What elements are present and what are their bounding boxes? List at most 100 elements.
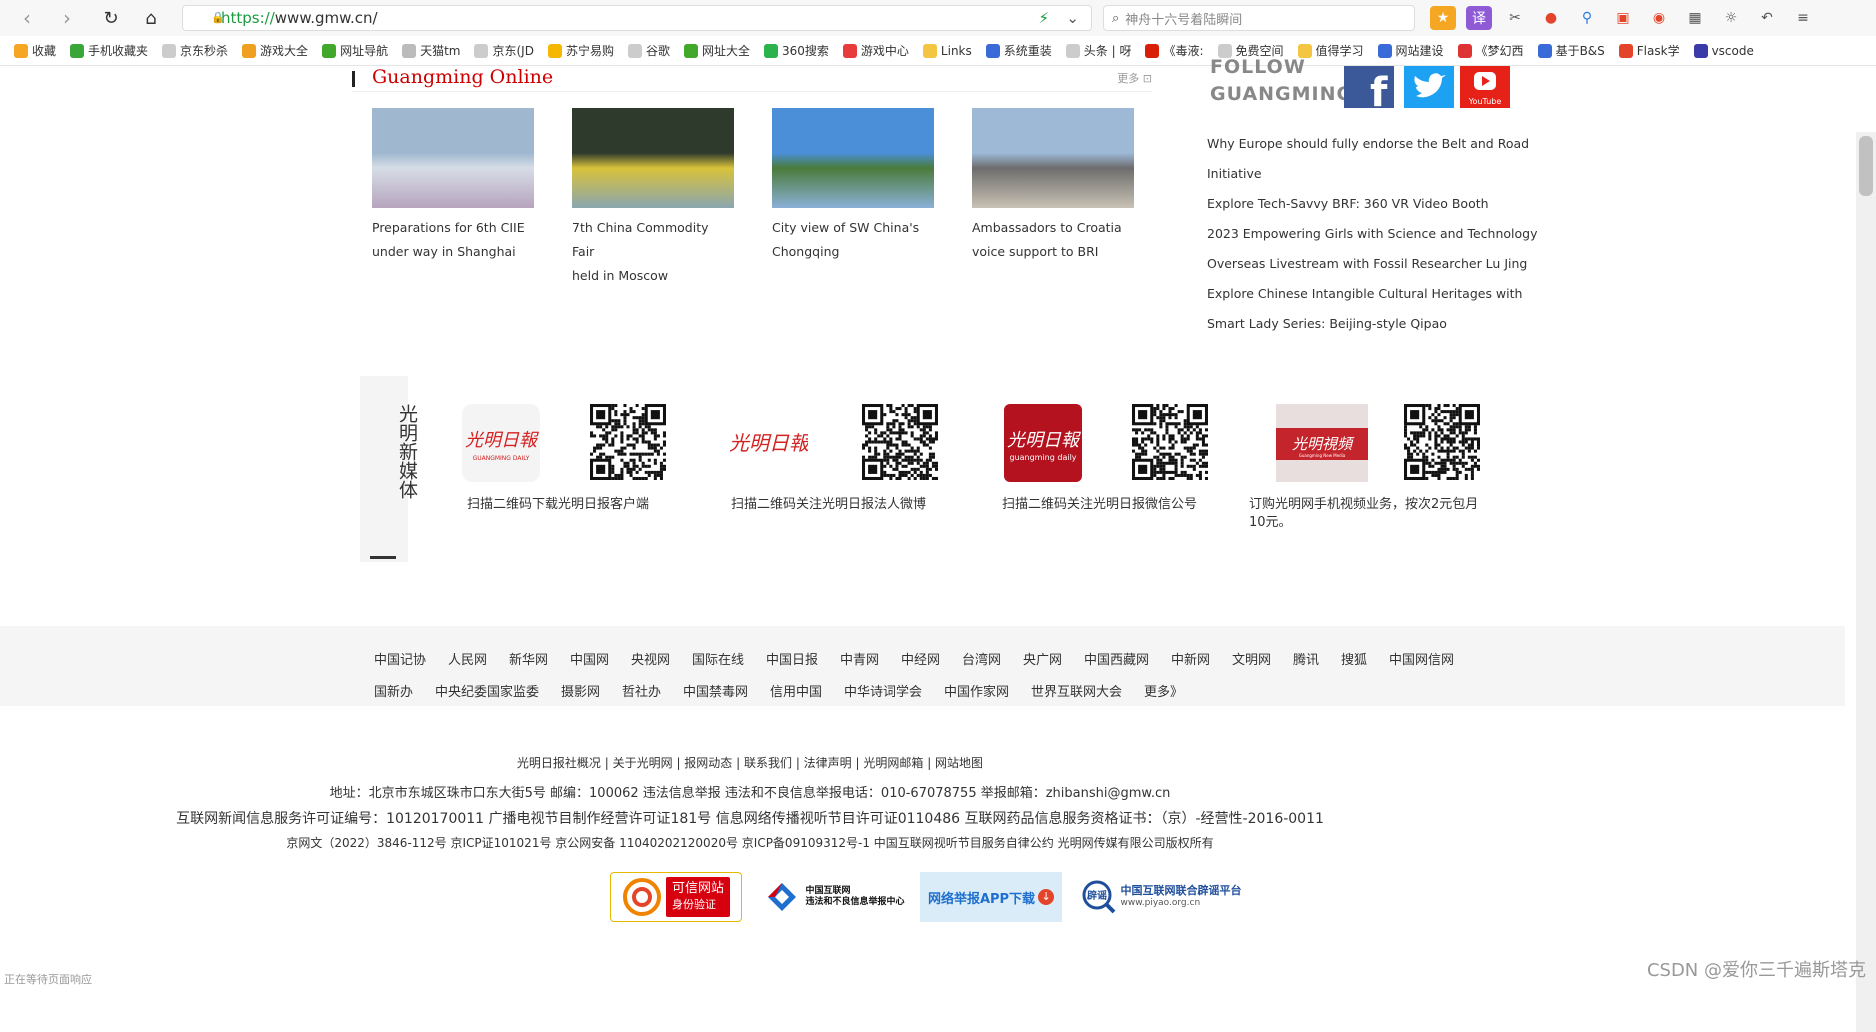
game-icon[interactable]: ●: [1538, 6, 1564, 30]
news-caption[interactable]: 7th China Commodity Fair held in Moscow: [572, 216, 734, 288]
news-caption[interactable]: Preparations for 6th CIIE under way in Sh…: [372, 216, 534, 264]
news-thumbnail[interactable]: [372, 108, 534, 208]
bookmark-item[interactable]: 游戏大全: [242, 42, 308, 59]
bookmark-item[interactable]: 京东秒杀: [162, 42, 228, 59]
report-app-download-badge[interactable]: 网络举报APP下载 ↓: [920, 872, 1062, 922]
lightning-icon[interactable]: ⚡: [1038, 9, 1049, 27]
friend-link[interactable]: 国际在线: [692, 649, 744, 668]
bookmark-item[interactable]: 苏宁易购: [547, 42, 614, 59]
grid-icon[interactable]: ▦: [1682, 6, 1708, 30]
menu-icon[interactable]: ≡: [1790, 6, 1816, 30]
friend-link[interactable]: 中经网: [901, 649, 940, 668]
news-card[interactable]: City view of SW China's Chongqing: [772, 108, 934, 264]
zoom-icon[interactable]: ⚲: [1574, 6, 1600, 30]
friend-link[interactable]: 中新网: [1171, 649, 1210, 668]
bookmark-item[interactable]: 值得学习: [1297, 42, 1364, 59]
bookmark-item[interactable]: 系统重装: [985, 42, 1052, 59]
follow-link[interactable]: Explore Tech-Savvy BRF: 360 VR Video Boo…: [1207, 189, 1538, 219]
friend-link[interactable]: 中国网信网: [1389, 649, 1454, 668]
bookmark-item[interactable]: Links: [922, 43, 972, 58]
bookmark-item[interactable]: 网站建设: [1377, 42, 1444, 59]
brightness-icon[interactable]: ☼: [1718, 6, 1744, 30]
friend-link[interactable]: 中国网: [570, 649, 609, 668]
search-box[interactable]: ⌕ 神舟十六号着陆瞬间: [1103, 5, 1415, 31]
home-icon[interactable]: ⌂: [136, 3, 166, 33]
news-card[interactable]: 7th China Commodity Fair held in Moscow: [572, 108, 734, 288]
scissors-icon[interactable]: ✂: [1502, 6, 1528, 30]
translate-icon[interactable]: 译: [1466, 6, 1492, 30]
facebook-icon[interactable]: f: [1344, 66, 1394, 108]
bookmark-item[interactable]: 网址大全: [683, 42, 750, 59]
follow-link[interactable]: 2023 Empowering Girls with Science and T…: [1207, 219, 1538, 249]
follow-link[interactable]: Initiative: [1207, 159, 1538, 189]
friend-link[interactable]: 搜狐: [1341, 649, 1367, 668]
news-card[interactable]: Ambassadors to Croatia voice support to B…: [972, 108, 1134, 264]
trusted-site-badge[interactable]: 可信网站 身份验证: [610, 872, 742, 922]
footer-link[interactable]: 关于光明网: [613, 756, 673, 770]
bookmark-item[interactable]: 收藏: [14, 42, 56, 59]
friend-link[interactable]: 世界互联网大会: [1031, 681, 1122, 700]
friend-link[interactable]: 新华网: [509, 649, 548, 668]
rumor-refute-platform-badge[interactable]: 辟谣 中国互联网联合辟谣平台 www.piyao.org.cn: [1075, 872, 1247, 922]
friend-link[interactable]: 中央纪委国家监委: [435, 681, 539, 700]
friend-link[interactable]: 台湾网: [962, 649, 1001, 668]
friend-link[interactable]: 中华诗词学会: [844, 681, 922, 700]
bookmark-item[interactable]: 手机收藏夹: [70, 42, 148, 59]
address-bar[interactable]: 🔒 https://www.gmw.cn/ ⚡ ⌄: [182, 5, 1092, 31]
bookmark-item[interactable]: 《梦幻西: [1457, 42, 1524, 59]
news-caption[interactable]: Ambassadors to Croatia voice support to B…: [972, 216, 1134, 264]
more-link[interactable]: 更多 ⊡: [1117, 70, 1152, 86]
footer-link[interactable]: 网站地图: [935, 756, 983, 770]
friend-link[interactable]: 中国作家网: [944, 681, 1009, 700]
bookmark-item[interactable]: 网址导航: [322, 42, 388, 59]
news-thumbnail[interactable]: [972, 108, 1134, 208]
bookmark-item[interactable]: Flask学: [1618, 42, 1680, 59]
bookmark-item[interactable]: 京东(JD: [474, 42, 534, 59]
footer-link[interactable]: 法律声明: [804, 756, 852, 770]
friend-link[interactable]: 央广网: [1023, 649, 1062, 668]
bookmark-item[interactable]: 游戏中心: [842, 42, 909, 59]
friend-link[interactable]: 央视网: [631, 649, 670, 668]
friend-link[interactable]: 更多》: [1144, 681, 1183, 700]
compass-icon[interactable]: ◉: [1646, 6, 1672, 30]
chevron-down-icon[interactable]: ⌄: [1066, 9, 1079, 27]
news-caption[interactable]: City view of SW China's Chongqing: [772, 216, 934, 264]
follow-link[interactable]: Smart Lady Series: Beijing-style Qipao: [1207, 309, 1538, 339]
friend-link[interactable]: 人民网: [448, 649, 487, 668]
scrollbar[interactable]: [1856, 132, 1876, 1032]
follow-link[interactable]: Overseas Livestream with Fossil Research…: [1207, 249, 1538, 279]
follow-link[interactable]: Why Europe should fully endorse the Belt…: [1207, 129, 1538, 159]
bookmark-item[interactable]: 360搜索: [764, 42, 829, 59]
friend-link[interactable]: 腾讯: [1293, 649, 1319, 668]
bookmark-item[interactable]: 天猫tm: [402, 42, 460, 59]
footer-link[interactable]: 光明网邮箱: [863, 756, 923, 770]
friend-link[interactable]: 中国日报: [766, 649, 818, 668]
twitter-icon[interactable]: [1404, 66, 1454, 108]
news-thumbnail[interactable]: [572, 108, 734, 208]
friend-link[interactable]: 中青网: [840, 649, 879, 668]
friend-link[interactable]: 摄影网: [561, 681, 600, 700]
footer-link[interactable]: 报网动态: [684, 756, 732, 770]
bookmark-item[interactable]: 基于B&S: [1537, 42, 1605, 59]
reload-icon[interactable]: ↻: [96, 3, 126, 33]
scrollbar-thumb[interactable]: [1859, 136, 1873, 196]
friend-link[interactable]: 文明网: [1232, 649, 1271, 668]
friend-link[interactable]: 国新办: [374, 681, 413, 700]
illegal-info-report-badge[interactable]: 中国互联网 违法和不良信息举报中心: [760, 872, 910, 922]
friend-link[interactable]: 哲社办: [622, 681, 661, 700]
bookmark-item[interactable]: vscode: [1693, 43, 1754, 58]
undo-icon[interactable]: ↶: [1754, 6, 1780, 30]
section-title[interactable]: Guangming Online: [372, 66, 553, 88]
extension-icon[interactable]: ★: [1430, 6, 1456, 30]
forward-icon[interactable]: ›: [52, 3, 82, 33]
news-thumbnail[interactable]: [772, 108, 934, 208]
back-icon[interactable]: ‹: [12, 3, 42, 33]
friend-link[interactable]: 信用中国: [770, 681, 822, 700]
bookmark-item[interactable]: 头条 | 呀: [1065, 42, 1131, 59]
follow-link[interactable]: Explore Chinese Intangible Cultural Heri…: [1207, 279, 1538, 309]
news-card[interactable]: Preparations for 6th CIIE under way in Sh…: [372, 108, 534, 264]
footer-link[interactable]: 联系我们: [744, 756, 792, 770]
friend-link[interactable]: 中国西藏网: [1084, 649, 1149, 668]
friend-link[interactable]: 中国记协: [374, 649, 426, 668]
youtube-icon[interactable]: YouTube: [1460, 66, 1510, 108]
